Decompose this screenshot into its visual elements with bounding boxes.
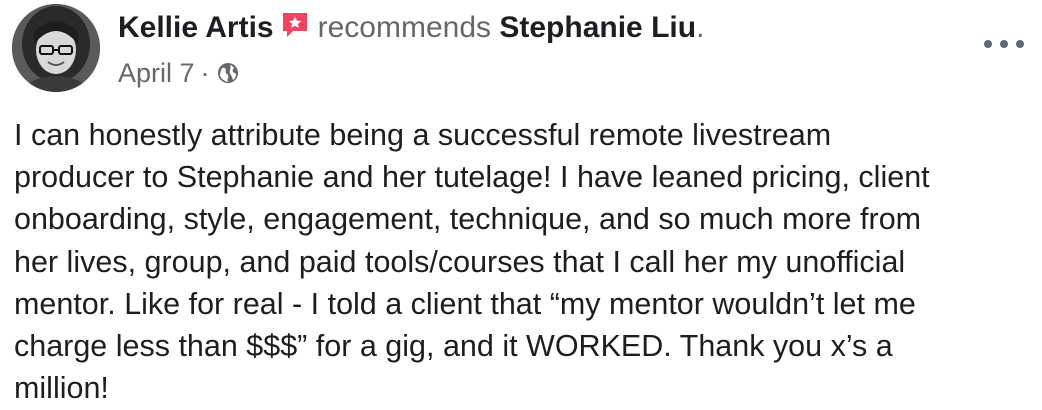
recommendation-post: Kellie Artis recommends Stephanie Liu. Ap… — [0, 0, 1042, 410]
action-verb: recommends — [317, 11, 492, 44]
recommendation-star-icon — [282, 13, 307, 37]
globe-icon[interactable] — [216, 61, 240, 85]
post-header: Kellie Artis recommends Stephanie Liu. Ap… — [118, 10, 962, 88]
meta-separator: · — [200, 58, 210, 88]
recommended-page-link[interactable]: Stephanie Liu — [499, 11, 696, 44]
post-title-line: Kellie Artis recommends Stephanie Liu. — [118, 10, 962, 46]
more-dot — [984, 40, 992, 48]
more-dot — [1000, 40, 1008, 48]
author-avatar[interactable] — [12, 4, 100, 92]
post-meta: April 7 · — [118, 58, 962, 88]
more-dot — [1016, 40, 1024, 48]
more-options-icon[interactable] — [984, 30, 1024, 58]
title-period: . — [696, 11, 705, 44]
post-date-link[interactable]: April 7 — [118, 58, 195, 88]
author-name-link[interactable]: Kellie Artis — [118, 11, 274, 44]
avatar-image — [12, 4, 100, 92]
post-body-text: I can honestly attribute being a success… — [14, 118, 930, 406]
